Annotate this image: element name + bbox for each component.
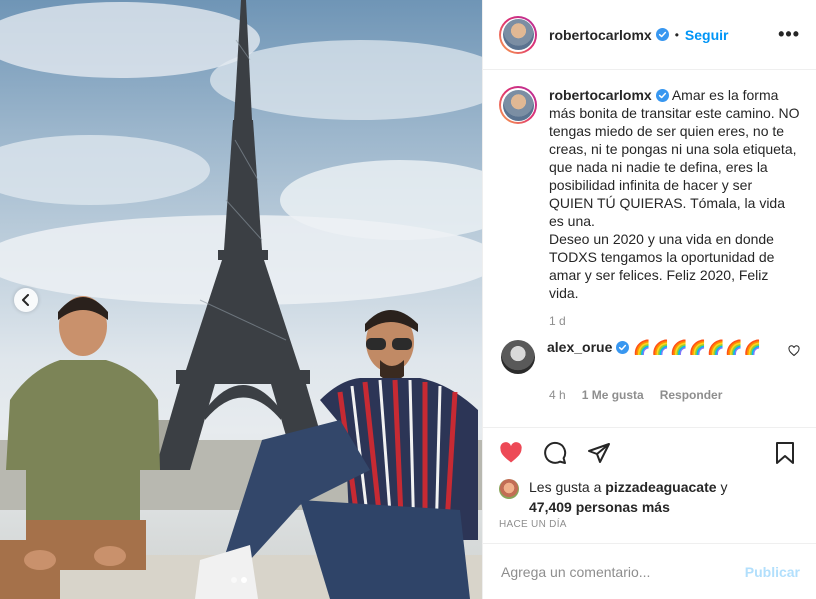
- add-comment-bar: Publicar: [483, 543, 816, 599]
- comment-input[interactable]: [499, 562, 745, 581]
- bookmark-icon: [776, 441, 794, 464]
- carousel-indicator: [231, 577, 247, 583]
- carousel-prev-button[interactable]: [14, 288, 38, 312]
- comment-likes-count[interactable]: 1 Me gusta: [582, 388, 644, 402]
- likes-text: Les gusta a pizzadeaguacate y 47,409 per…: [529, 477, 727, 517]
- commenter-username[interactable]: alex_orue: [547, 339, 612, 355]
- verified-badge-icon: [655, 28, 669, 41]
- post-photo[interactable]: [0, 0, 482, 599]
- publish-button[interactable]: Publicar: [745, 564, 800, 580]
- caption-body: Amar es la forma más bonita de transitar…: [549, 87, 800, 301]
- likes-summary: Les gusta a pizzadeaguacate y 47,409 per…: [483, 477, 816, 517]
- photo-scene: [0, 0, 482, 599]
- verified-badge-icon: [655, 89, 669, 102]
- caption-text-block: robertocarlomx Amar es la forma más boni…: [549, 86, 800, 302]
- like-button[interactable]: [499, 440, 525, 466]
- comment-text: 🌈🌈🌈🌈🌈🌈🌈: [633, 339, 763, 355]
- share-button[interactable]: [587, 440, 613, 466]
- comments-section: robertocarlomx Amar es la forma más boni…: [483, 70, 816, 427]
- caption: robertocarlomx Amar es la forma más boni…: [499, 86, 800, 302]
- liker-username[interactable]: pizzadeaguacate: [605, 479, 716, 495]
- likes-conjunction: y: [720, 479, 728, 495]
- comment-bubble-icon: [544, 441, 567, 464]
- author-username[interactable]: robertocarlomx: [549, 27, 652, 43]
- chevron-left-icon: [22, 294, 29, 306]
- comment-item: alex_orue 🌈🌈🌈🌈🌈🌈🌈: [499, 338, 800, 374]
- caption-avatar-image: [502, 89, 534, 121]
- comment-button[interactable]: [543, 440, 569, 466]
- heart-outline-icon: [788, 345, 800, 357]
- follow-button[interactable]: Seguir: [685, 27, 729, 43]
- caption-author-avatar[interactable]: [499, 86, 537, 124]
- post-header: robertocarlomx • Seguir •••: [483, 0, 816, 70]
- liker-avatar[interactable]: [499, 479, 519, 499]
- carousel-dot-active: [241, 577, 247, 583]
- action-bar: [483, 427, 816, 477]
- separator-dot: •: [674, 27, 679, 42]
- save-button[interactable]: [774, 440, 800, 466]
- author-avatar-image: [502, 19, 534, 50]
- reply-button[interactable]: Responder: [660, 388, 723, 402]
- comment-meta: 4 h 1 Me gusta Responder: [549, 388, 800, 402]
- carousel-dot: [231, 577, 237, 583]
- instagram-post: robertocarlomx • Seguir ••• robertocarlo…: [0, 0, 816, 599]
- paper-plane-icon: [588, 442, 610, 463]
- commenter-avatar[interactable]: [501, 340, 535, 374]
- more-horizontal-icon[interactable]: •••: [778, 24, 800, 45]
- author-avatar[interactable]: [499, 15, 537, 54]
- heart-filled-icon: [500, 441, 522, 462]
- post-sidebar: robertocarlomx • Seguir ••• robertocarlo…: [482, 0, 816, 599]
- comment-like-button[interactable]: [788, 344, 800, 374]
- caption-time[interactable]: 1 d: [549, 314, 800, 328]
- comment-body: alex_orue 🌈🌈🌈🌈🌈🌈🌈: [547, 338, 767, 374]
- caption-username[interactable]: robertocarlomx: [549, 87, 652, 103]
- likes-count[interactable]: 47,409 personas más: [529, 499, 670, 515]
- likes-prefix: Les gusta a: [529, 479, 602, 495]
- post-date[interactable]: HACE UN DÍA: [483, 519, 816, 543]
- verified-badge-icon: [616, 341, 630, 354]
- comment-time[interactable]: 4 h: [549, 388, 566, 402]
